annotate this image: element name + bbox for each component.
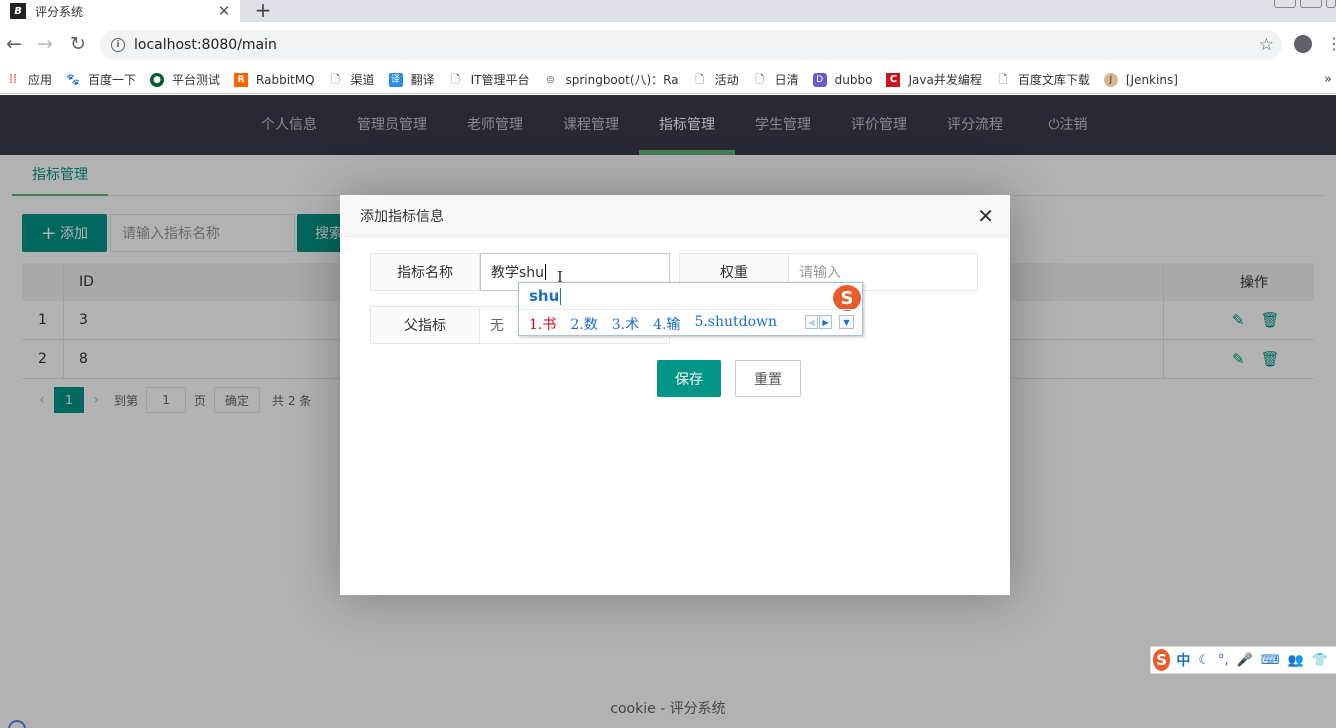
close-icon[interactable]: ✕	[977, 205, 994, 227]
bookmark-label: 平台测试	[172, 73, 221, 87]
bookmarks-overflow-icon[interactable]: »	[1324, 72, 1332, 87]
window-controls	[1270, 0, 1336, 10]
globe-icon: ●	[150, 72, 165, 87]
ime-candidate[interactable]: 4.输	[653, 314, 680, 334]
browser-menu-icon[interactable]: ⋮	[1326, 34, 1336, 54]
save-button[interactable]: 保存	[657, 360, 721, 397]
toolbox-shirt-icon[interactable]: 👕	[1312, 653, 1328, 668]
ime-caret	[560, 287, 562, 305]
bookmark-daily[interactable]: 🗋 日清	[753, 71, 799, 88]
bookmark-apps[interactable]: ⁞⁞ 应用	[6, 71, 52, 88]
browser-tab[interactable]: B 评分系统 ✕	[0, 0, 240, 22]
forward-arrow-icon[interactable]: →	[31, 22, 59, 66]
page-icon: 🗋	[695, 72, 705, 86]
ime-next-page-icon[interactable]: ▶	[819, 315, 832, 329]
page-icon: 🗋	[998, 72, 1008, 86]
springboot-icon: ⊜	[545, 72, 556, 86]
baidu-paw-icon: 🐾	[66, 72, 80, 86]
dialog-header: 添加指标信息 ✕	[340, 195, 1010, 237]
address-bar[interactable]: i localhost:8080/main ☆	[100, 30, 1282, 60]
browser-toolbar: ← → ↻ i localhost:8080/main ☆ ⋮	[0, 22, 1336, 66]
bookmark-label: IT管理平台	[470, 73, 530, 87]
ime-divider	[519, 309, 862, 310]
half-width-moon-icon[interactable]: ☾	[1198, 653, 1210, 668]
parent-indicator-label: 父指标	[370, 306, 480, 344]
bookmark-platform-test[interactable]: ● 平台测试	[150, 71, 220, 88]
ime-candidate[interactable]: 3.术	[612, 314, 639, 334]
bookmark-label: springboot(八)：Ra	[565, 73, 679, 87]
ime-composition: shu	[529, 287, 562, 305]
bookmark-baidu-wenku[interactable]: 🗋 百度文库下载	[996, 71, 1090, 88]
minimize-window-button[interactable]	[1274, 0, 1296, 8]
tab-close-icon[interactable]: ✕	[214, 2, 234, 20]
keyboard-icon[interactable]: ⌨	[1261, 653, 1280, 668]
dialog-title: 添加指标信息	[360, 208, 444, 225]
bookmark-it-platform[interactable]: 🗋 IT管理平台	[449, 71, 530, 88]
indicator-name-label: 指标名称	[370, 253, 480, 291]
page-icon: 🗋	[451, 72, 460, 86]
bookmark-baidu[interactable]: 🐾 百度一下	[66, 71, 136, 88]
ime-candidates: 1.书 2.数 3.术 4.输 5.shutdown	[529, 314, 791, 334]
bookmark-label: 日清	[774, 73, 799, 87]
translate-icon: 译	[388, 72, 403, 87]
tab-title: 评分系统	[35, 4, 84, 19]
browser-tabstrip: B 评分系统 ✕ +	[0, 0, 1336, 22]
rabbitmq-icon: R	[234, 72, 249, 87]
ime-mode-indicator[interactable]: 中	[1176, 650, 1190, 670]
ime-candidate[interactable]: 1.书	[529, 314, 556, 334]
reload-icon[interactable]: ↻	[64, 22, 92, 66]
indicator-name-value: 教学shu	[491, 265, 545, 281]
ime-candidate[interactable]: 5.shutdown	[694, 314, 777, 334]
add-indicator-dialog: 添加指标信息 ✕ 指标名称 教学shu 权重 请输入 父指标 无 保存 重置	[340, 195, 1010, 595]
ime-expand-icon[interactable]: ▼	[839, 315, 854, 329]
punctuation-icon[interactable]: °,	[1218, 653, 1229, 668]
app-favicon-icon: B	[10, 3, 26, 19]
bookmark-channel[interactable]: 🗋 渠道	[329, 71, 375, 88]
ime-paging: ◀ ▶	[804, 315, 832, 329]
apps-grid-icon: ⁞⁞	[8, 71, 18, 87]
bookmark-springboot[interactable]: ⊜ springboot(八)：Ra	[543, 71, 679, 88]
bookmark-label: [Jenkins]	[1125, 72, 1178, 87]
bookmark-label: 百度一下	[88, 73, 137, 87]
bookmark-label: 应用	[28, 73, 53, 87]
back-arrow-icon[interactable]: ←	[0, 22, 28, 66]
bookmark-jenkins[interactable]: J [Jenkins]	[1103, 72, 1178, 87]
microphone-icon[interactable]: 🎤	[1237, 653, 1253, 668]
ime-prev-page-icon[interactable]: ◀	[805, 315, 818, 329]
bookmark-label: RabbitMQ	[256, 72, 315, 87]
sogou-logo-icon: S	[833, 285, 861, 311]
sogou-logo-icon[interactable]: S	[1153, 649, 1171, 671]
bookmark-label: dubbo	[834, 72, 873, 87]
jenkins-icon: J	[1103, 72, 1118, 87]
bookmark-java-concurrency[interactable]: C Java并发编程	[886, 71, 982, 88]
site-info-icon[interactable]: i	[111, 38, 125, 52]
reset-button[interactable]: 重置	[735, 360, 801, 397]
bookmark-label: 活动	[714, 73, 739, 87]
bookmark-dubbo[interactable]: D dubbo	[812, 72, 873, 87]
text-caret	[545, 264, 547, 280]
ime-composition-text: shu	[529, 287, 560, 305]
page-icon: 🗋	[755, 72, 765, 86]
bookmark-translate[interactable]: 译 翻译	[388, 71, 435, 88]
ime-candidate[interactable]: 2.数	[570, 314, 597, 334]
new-tab-button[interactable]: +	[252, 0, 274, 22]
url-text[interactable]: localhost:8080/main	[134, 37, 1259, 53]
bookmark-star-icon[interactable]: ☆	[1259, 35, 1274, 55]
bookmark-label: Java并发编程	[908, 73, 982, 87]
csdn-icon: C	[886, 72, 901, 87]
bookmark-activity[interactable]: 🗋 活动	[693, 71, 739, 88]
ime-status-bar: S 中 ☾ °, 🎤 ⌨ 👥 👕	[1150, 646, 1336, 674]
ime-candidate-window: shu S 1.书 2.数 3.术 4.输 5.shutdown ◀ ▶ ▼	[518, 282, 863, 336]
bookmarks-bar: ⁞⁞ 应用 🐾 百度一下 ● 平台测试 R RabbitMQ 🗋 渠道 译 翻译…	[0, 66, 1336, 94]
bookmark-label: 翻译	[410, 73, 435, 87]
restore-window-button[interactable]	[1300, 0, 1322, 8]
dubbo-icon: D	[812, 72, 827, 87]
bookmark-label: 渠道	[350, 73, 375, 87]
bookmark-rabbitmq[interactable]: R RabbitMQ	[234, 72, 315, 87]
page-icon: 🗋	[331, 72, 340, 86]
close-window-button[interactable]	[1326, 0, 1336, 8]
profile-avatar-icon[interactable]	[1294, 35, 1312, 53]
bookmark-label: 百度文库下载	[1017, 73, 1090, 87]
skin-people-icon[interactable]: 👥	[1288, 653, 1304, 668]
